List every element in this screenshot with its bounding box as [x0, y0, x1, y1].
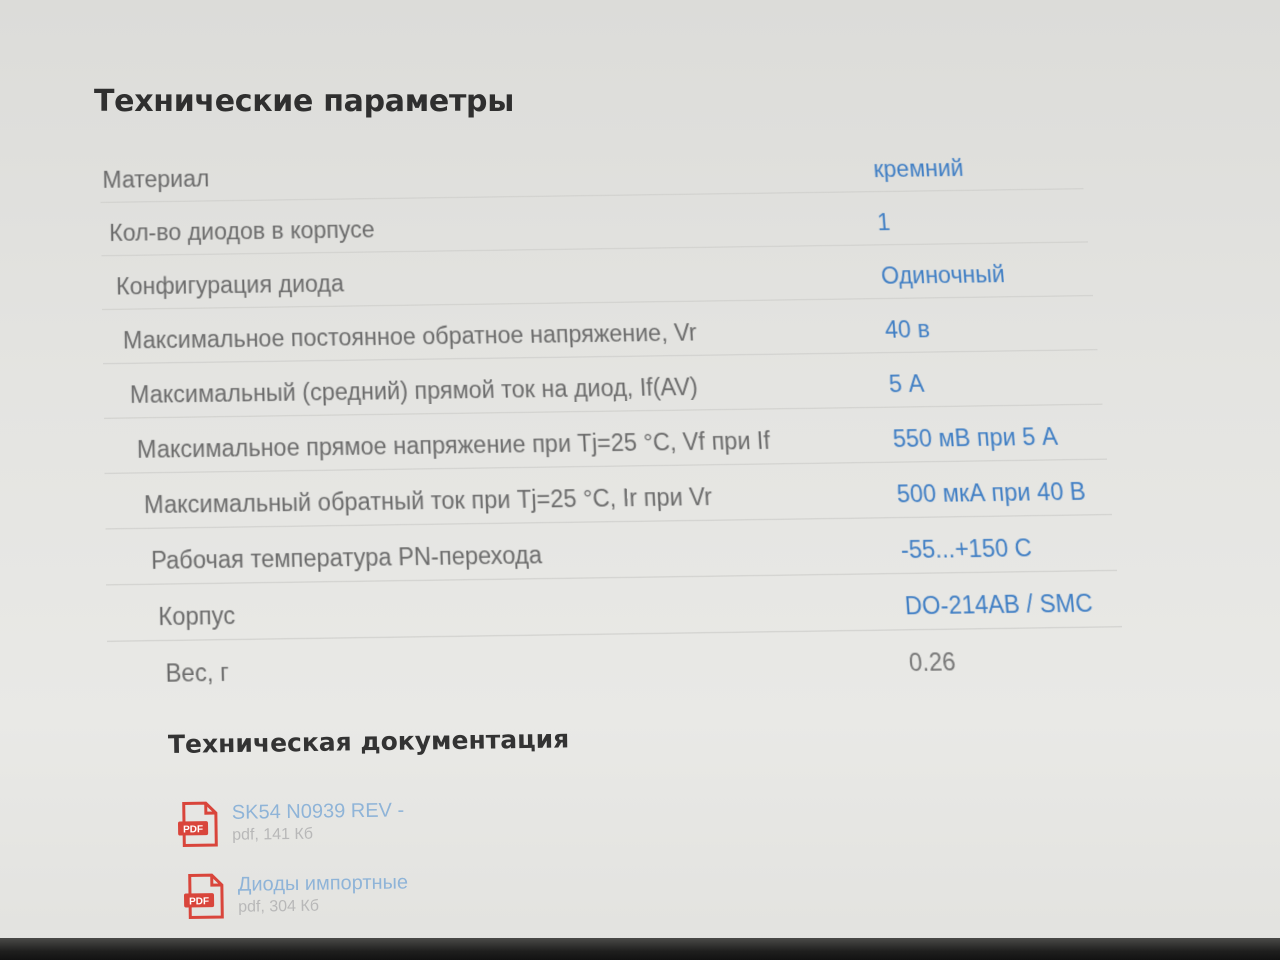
document-link[interactable]: Диоды импортные: [238, 870, 409, 896]
spec-value-link[interactable]: Одиночный: [880, 261, 1006, 290]
spec-label: Максимальный обратный ток при Tj=25 °C, …: [143, 483, 713, 519]
spec-value-link[interactable]: DO-214AB / SMC: [904, 589, 1094, 620]
pdf-icon: PDF: [182, 873, 229, 920]
spec-label: Конфигурация диода: [115, 270, 345, 300]
spec-label: Максимальное постоянное обратное напряже…: [122, 319, 698, 354]
spec-label: Корпус: [158, 601, 236, 631]
spec-label: Кол-во диодов в корпусе: [109, 216, 375, 247]
spec-value-link[interactable]: -55...+150 С: [900, 534, 1033, 564]
document-item[interactable]: PDF SK54 N0939 REV - pdf, 141 Кб: [176, 798, 405, 848]
spec-label: Максимальное прямое напряжение при Tj=25…: [136, 427, 771, 464]
section-title-specs: Технические параметры: [94, 84, 515, 119]
document-link[interactable]: SK54 N0939 REV -: [232, 798, 405, 824]
spec-value: 0.26: [907, 647, 957, 677]
specs-table: Материал кремний Кол-во диодов в корпусе…: [100, 136, 1127, 697]
spec-value-link[interactable]: 5 А: [888, 370, 925, 398]
page: Технические параметры Материал кремний К…: [0, 0, 1280, 960]
screen-bezel: [0, 938, 1280, 960]
pdf-icon-label: PDF: [189, 896, 209, 907]
spec-value-link[interactable]: 500 мкА при 40 В: [896, 478, 1087, 509]
spec-label: Максимальный (средний) прямой ток на дио…: [129, 373, 699, 409]
document-item[interactable]: PDF Диоды импортные pdf, 304 Кб: [182, 870, 409, 919]
pdf-icon: PDF: [176, 801, 223, 848]
document-meta: pdf, 141 Кб: [232, 825, 314, 844]
spec-label: Вес, г: [165, 658, 230, 688]
spec-value-link[interactable]: кремний: [873, 155, 965, 183]
spec-label: Рабочая температура PN-перехода: [150, 541, 543, 575]
spec-value-link[interactable]: 550 мВ при 5 А: [892, 423, 1059, 453]
pdf-icon-label: PDF: [183, 824, 203, 835]
section-title-docs: Техническая документация: [167, 724, 570, 759]
spec-label: Материал: [102, 165, 210, 193]
spec-value-link[interactable]: 40 в: [884, 316, 931, 344]
spec-value-link[interactable]: 1: [876, 209, 891, 236]
document-meta: pdf, 304 Кб: [238, 897, 320, 916]
